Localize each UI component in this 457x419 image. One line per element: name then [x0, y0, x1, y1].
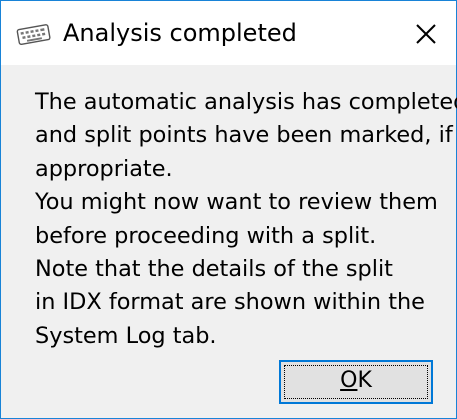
- message-line: System Log tab.: [35, 322, 217, 349]
- message-line: appropriate.: [35, 155, 173, 182]
- ok-button[interactable]: OK: [279, 360, 433, 404]
- ok-label-rest: K: [357, 368, 372, 393]
- keyboard-icon: [16, 24, 51, 46]
- window-title: Analysis completed: [63, 19, 297, 47]
- message-line: The automatic analysis has completed: [35, 89, 457, 115]
- close-icon[interactable]: [409, 17, 443, 51]
- message-line: before proceeding with a split.: [35, 222, 377, 249]
- ok-mnemonic: O: [340, 368, 358, 393]
- ok-button-label: OK: [281, 362, 431, 402]
- message-dialog: Analysis completed The automatic analysi…: [0, 0, 457, 419]
- message-line: You might now want to review them: [35, 189, 438, 216]
- message-line: in IDX format are shown within the: [35, 289, 425, 316]
- message-line: and split points have been marked, if: [35, 122, 453, 149]
- dialog-message: The automatic analysis has completed and…: [35, 86, 457, 353]
- title-bar: Analysis completed: [1, 1, 456, 65]
- message-line: Note that the details of the split: [35, 256, 393, 283]
